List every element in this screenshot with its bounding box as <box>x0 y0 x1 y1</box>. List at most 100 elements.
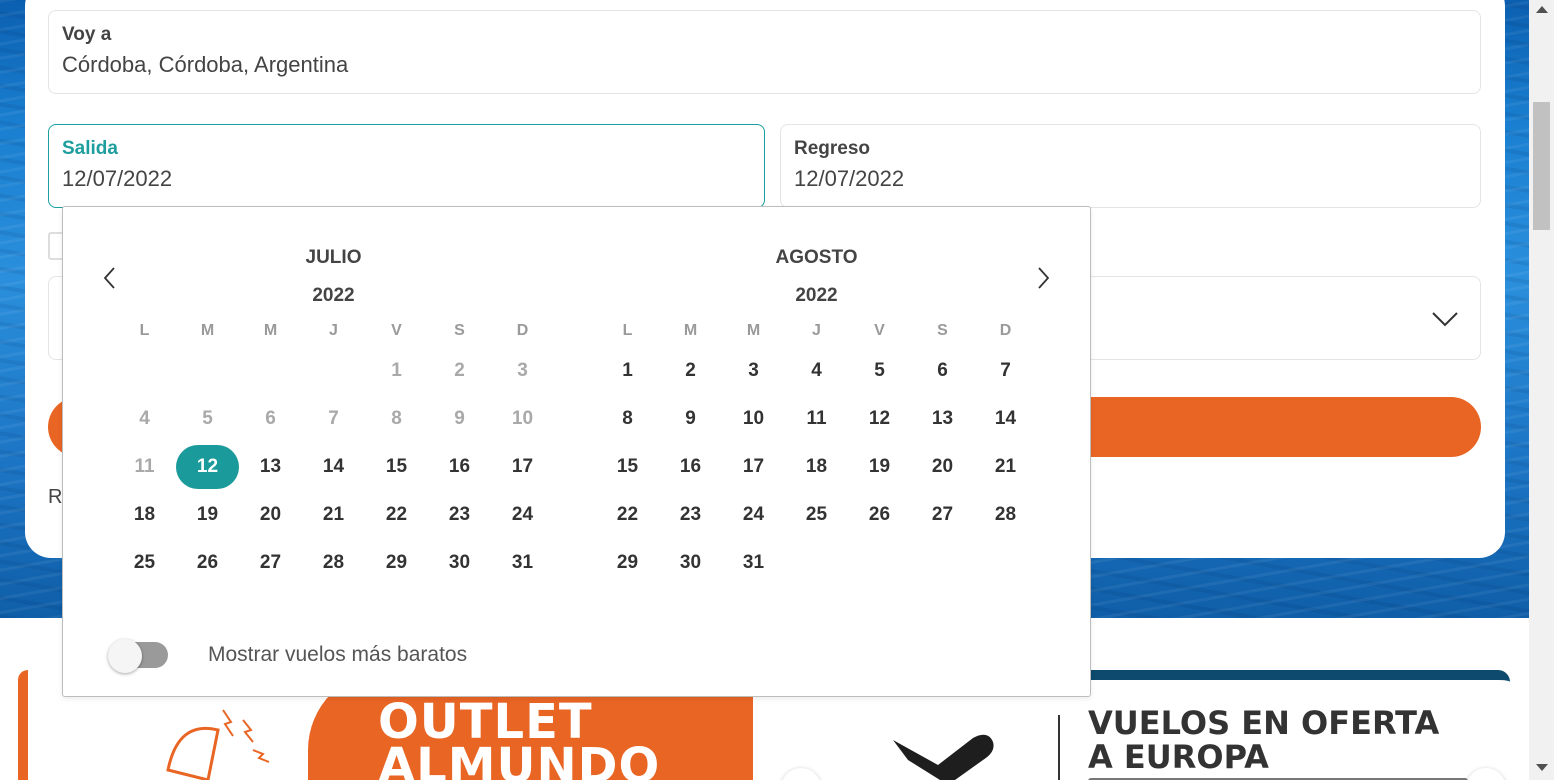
day-cell[interactable]: 24 <box>722 491 785 539</box>
day-number: 15 <box>616 456 639 477</box>
return-date-field[interactable]: Regreso 12/07/2022 <box>780 124 1481 208</box>
europe-line2: A EUROPA <box>1088 738 1269 776</box>
day-cell-selected[interactable]: 12 <box>176 443 239 491</box>
day-cell[interactable]: 20 <box>911 443 974 491</box>
day-number: 18 <box>133 504 156 525</box>
day-cell[interactable]: 25 <box>785 491 848 539</box>
day-cell[interactable]: 28 <box>302 539 365 587</box>
day-number: 25 <box>805 504 828 525</box>
day-cell[interactable]: 16 <box>659 443 722 491</box>
day-cell[interactable]: 14 <box>974 395 1037 443</box>
day-cell[interactable]: 6 <box>911 347 974 395</box>
page-scrollbar[interactable] <box>1529 0 1554 780</box>
day-cell: 8 <box>365 395 428 443</box>
day-cell[interactable]: 1 <box>596 347 659 395</box>
day-cell[interactable]: 11 <box>785 395 848 443</box>
day-cell[interactable]: 27 <box>911 491 974 539</box>
day-number: 1 <box>391 360 402 381</box>
departure-date-field[interactable]: Salida 12/07/2022 <box>48 124 765 208</box>
day-cell[interactable]: 19 <box>176 491 239 539</box>
day-number: 3 <box>517 360 528 381</box>
carousel-next-button[interactable] <box>1466 768 1506 780</box>
plane-icon <box>893 734 994 780</box>
day-number: 24 <box>511 504 534 525</box>
day-cell[interactable]: 17 <box>722 443 785 491</box>
day-number: 1 <box>622 360 633 381</box>
day-number: 31 <box>742 552 765 573</box>
day-cell[interactable]: 15 <box>365 443 428 491</box>
day-number: 20 <box>931 456 954 477</box>
day-number: 13 <box>931 408 954 429</box>
day-cell[interactable]: 19 <box>848 443 911 491</box>
day-cell[interactable]: 27 <box>239 539 302 587</box>
day-cell[interactable]: 30 <box>659 539 722 587</box>
day-cell[interactable]: 18 <box>785 443 848 491</box>
day-cell[interactable]: 3 <box>722 347 785 395</box>
day-cell[interactable]: 13 <box>239 443 302 491</box>
day-cell[interactable]: 4 <box>785 347 848 395</box>
day-cell[interactable]: 30 <box>428 539 491 587</box>
month-july: JULIO 2022 LMMJVSD 1 2 3 4 5 6 7 8 9 10 11 12 13 14 15… <box>113 245 554 587</box>
weekday-header: LMMJVSD <box>596 319 1037 343</box>
day-number: 13 <box>259 456 282 477</box>
day-number: 15 <box>385 456 408 477</box>
scroll-down-arrow-icon[interactable] <box>1536 764 1548 771</box>
cheapest-flights-toggle[interactable] <box>108 639 170 673</box>
day-cell[interactable]: 13 <box>911 395 974 443</box>
day-cell[interactable]: 22 <box>596 491 659 539</box>
destination-label: Voy a <box>62 24 112 45</box>
day-cell[interactable]: 16 <box>428 443 491 491</box>
day-cell[interactable]: 28 <box>974 491 1037 539</box>
day-number: 8 <box>391 408 402 429</box>
day-cell[interactable]: 31 <box>491 539 554 587</box>
day-cell[interactable]: 20 <box>239 491 302 539</box>
day-cell[interactable]: 15 <box>596 443 659 491</box>
day-cell[interactable]: 29 <box>596 539 659 587</box>
day-cell[interactable]: 22 <box>365 491 428 539</box>
day-cell[interactable]: 5 <box>848 347 911 395</box>
departure-label: Salida <box>62 138 118 159</box>
scroll-up-arrow-icon[interactable] <box>1536 6 1548 13</box>
day-cell[interactable]: 31 <box>722 539 785 587</box>
day-cell[interactable]: 7 <box>974 347 1037 395</box>
day-cell: 2 <box>428 347 491 395</box>
day-cell[interactable]: 23 <box>428 491 491 539</box>
weekday-label: D <box>516 322 529 339</box>
megaphone-icon <box>166 709 270 780</box>
day-number: 20 <box>259 504 282 525</box>
partial-label: R <box>48 486 63 508</box>
day-cell[interactable]: 2 <box>659 347 722 395</box>
day-cell: 10 <box>491 395 554 443</box>
day-number: 5 <box>202 408 213 429</box>
day-cell[interactable]: 8 <box>596 395 659 443</box>
scroll-thumb[interactable] <box>1533 102 1550 230</box>
day-cell: 9 <box>428 395 491 443</box>
day-cell[interactable]: 17 <box>491 443 554 491</box>
day-number: 26 <box>868 504 891 525</box>
day-number: 17 <box>742 456 765 477</box>
carousel-prev-button[interactable] <box>781 768 821 780</box>
day-cell[interactable]: 9 <box>659 395 722 443</box>
day-cell[interactable]: 29 <box>365 539 428 587</box>
weekday-label: J <box>812 322 821 339</box>
day-cell[interactable]: 21 <box>302 491 365 539</box>
day-number: 7 <box>328 408 339 429</box>
day-cell[interactable]: 12 <box>848 395 911 443</box>
day-cell[interactable]: 10 <box>722 395 785 443</box>
day-number: 9 <box>685 408 696 429</box>
day-grid: 1 2 3 4 5 6 7 8 9 10 11 12 13 14 15 16 17 18 19 20 21 22 23 24 2… <box>596 347 1037 587</box>
day-number: 27 <box>931 504 954 525</box>
day-number: 14 <box>994 408 1017 429</box>
day-cell[interactable]: 21 <box>974 443 1037 491</box>
destination-field[interactable]: Voy a Córdoba, Córdoba, Argentina <box>48 10 1481 94</box>
chevron-down-icon[interactable] <box>1430 306 1460 332</box>
return-label: Regreso <box>794 138 871 159</box>
day-cell[interactable]: 14 <box>302 443 365 491</box>
day-cell[interactable]: 26 <box>848 491 911 539</box>
day-cell: 1 <box>365 347 428 395</box>
day-cell[interactable]: 25 <box>113 539 176 587</box>
day-cell[interactable]: 26 <box>176 539 239 587</box>
day-cell[interactable]: 18 <box>113 491 176 539</box>
day-cell[interactable]: 23 <box>659 491 722 539</box>
day-cell[interactable]: 24 <box>491 491 554 539</box>
